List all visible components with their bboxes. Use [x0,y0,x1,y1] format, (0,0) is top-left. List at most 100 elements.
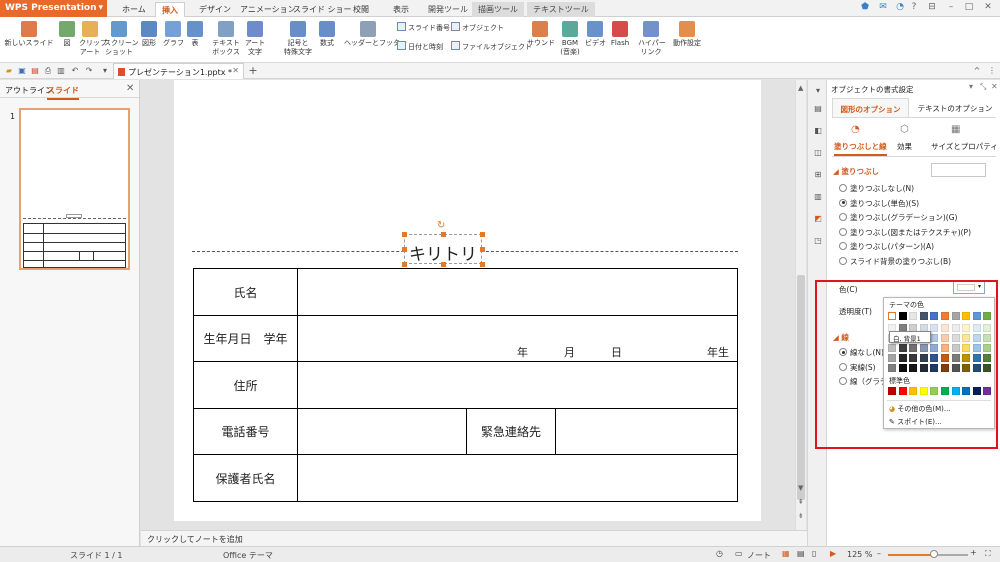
close-tab-icon[interactable]: ✕ [232,66,239,75]
ribbon-button-table[interactable]: 表 [186,21,204,48]
file-object-button[interactable]: ファイルオブジェクト [451,41,532,52]
subtab-fill-line[interactable]: 塗りつぶしと線 [834,141,887,156]
radio-button[interactable] [839,227,847,236]
fill-option[interactable]: 塗りつぶし(グラデーション)(G) [839,212,957,223]
tab-outline[interactable]: アウトライン [5,85,53,96]
animation-pane-icon[interactable]: ◧ [813,126,823,136]
selection-pane-icon[interactable]: ▥ [813,192,823,202]
guardian-field[interactable] [297,454,738,502]
rotate-handle-icon[interactable]: ↻ [437,220,445,231]
resize-handle[interactable] [441,262,446,267]
sorter-view-icon[interactable]: ▤ [797,549,805,558]
fill-option[interactable]: スライド背景の塗りつぶし(B) [839,256,951,267]
slideshow-icon[interactable]: ▶ [830,549,836,558]
radio-button[interactable] [839,198,847,207]
reading-view-icon[interactable]: ▯ [812,549,816,558]
subtab-size-properties[interactable]: サイズとプロパティ [931,141,998,152]
ribbon-button-video[interactable]: ビデオ [585,21,606,48]
birthdate-field[interactable]: 年 月 日 年生 [297,315,738,362]
zoom-slider-thumb[interactable] [930,550,938,558]
undo-icon[interactable]: ↶ [70,66,80,76]
normal-view-icon[interactable]: ▦ [782,549,790,558]
restore-ribbon-icon[interactable]: ⊟ [925,2,939,15]
tab-view[interactable]: 表示 [387,2,415,17]
zoom-out-icon[interactable]: – [877,549,881,558]
tab-developer[interactable]: 開発ツール [422,2,474,17]
close-icon[interactable]: ✕ [981,2,995,15]
preview-icon[interactable]: ▥ [56,66,66,76]
fill-option[interactable]: 塗りつぶし(単色)(S) [839,198,919,209]
fill-option[interactable]: 塗りつぶしなし(N) [839,183,914,194]
ribbon-button-textbox[interactable]: テキスト ボックス [212,21,240,57]
tab-text-tools[interactable]: テキストツール [527,2,595,17]
radio-button[interactable] [839,184,847,192]
tab-home[interactable]: ホーム [116,2,152,17]
ribbon-button-screenshot[interactable]: スクリーン ショット [104,21,139,57]
ribbon-button-equation[interactable]: 数式 [317,21,337,48]
ribbon-button-picture[interactable]: 図 [58,21,76,48]
resize-handle[interactable] [441,232,446,237]
skin-icon[interactable]: ⬟ [858,2,872,15]
notes-pane[interactable]: クリックしてノートを追加 [141,530,807,546]
minimize-icon[interactable]: – [944,2,958,15]
new-tab-pane-icon[interactable]: ▾ [813,86,823,96]
ribbon-button-bgm[interactable]: BGM (音楽) [558,21,582,57]
fill-option[interactable]: 塗りつぶし(パターン)(A) [839,241,934,252]
print-icon[interactable]: ⎙ [43,66,53,76]
zoom-in-icon[interactable]: + [970,548,977,557]
ribbon-button-chart[interactable]: グラフ [163,21,184,48]
radio-button[interactable] [839,213,847,221]
ribbon-button-symbol[interactable]: 記号と 特殊文字 [283,21,313,57]
tab-text-options[interactable]: テキストのオプション [915,103,995,114]
save-icon[interactable]: ▣ [17,66,27,76]
scroll-down-icon[interactable]: ▼ [798,484,803,492]
ribbon-button-header-footer[interactable]: ヘッダーとフッター [344,21,407,48]
new-tab-icon[interactable]: + [248,65,258,76]
help-icon[interactable]: ? [907,2,921,15]
resize-handle[interactable] [480,232,485,237]
resize-handle[interactable] [480,247,485,252]
ribbon-button-flash[interactable]: Flash [609,21,631,48]
layout-pane-icon[interactable]: ⊞ [813,170,823,180]
ribbon-button-hyperlink[interactable]: ハイパー リンク [638,21,666,57]
resize-handle[interactable] [402,262,407,267]
customize-icon[interactable]: ▾ [100,66,110,76]
scroll-thumb[interactable] [797,275,805,500]
scroll-up-icon[interactable]: ▲ [798,84,803,92]
name-field[interactable] [297,268,738,316]
prev-slide-icon[interactable]: ⇞ [798,498,804,506]
user-icon[interactable]: ◔ [893,2,907,15]
tab-design[interactable]: デザイン [193,2,237,17]
phone-field[interactable] [297,408,467,455]
ribbon-button-wordart[interactable]: アート 文字 [244,21,266,57]
resize-handle[interactable] [402,247,407,252]
object-button[interactable]: オブジェクト [451,22,504,33]
ribbon-button-action[interactable]: 動作設定 [670,21,704,48]
ribbon-button-clipart[interactable]: クリップ アート [79,21,107,57]
fill-section-header[interactable]: ◢ 塗りつぶし [833,166,879,177]
emergency-field[interactable] [555,408,738,455]
dock-icon[interactable]: ⤡ [980,82,986,92]
resize-handle[interactable] [402,232,407,237]
notes-toggle-icon[interactable]: ▭ [735,549,743,558]
fill-preset-box[interactable] [931,163,986,177]
resize-handle[interactable] [480,262,485,267]
ribbon-options-icon[interactable]: ⋮ [987,66,997,76]
collapse-ribbon-icon[interactable]: ^ [972,66,982,76]
document-tab[interactable]: プレゼンテーション1.pptx * ✕ [113,63,244,79]
radio-button[interactable] [839,242,847,250]
format-pane-icon[interactable]: ◩ [813,214,823,224]
tab-drawing-tools[interactable]: 描画ツール [472,2,524,17]
radio-button[interactable] [839,256,847,265]
close-icon[interactable]: ✕ [991,82,998,91]
chevron-down-icon[interactable]: ▾ [969,82,973,91]
fit-window-icon[interactable]: ⛶ [985,549,991,559]
vertical-scrollbar[interactable]: ▲ ▼ ⇞ ⇟ [795,80,806,530]
subtab-effects[interactable]: 効果 [897,141,912,152]
fill-option[interactable]: 塗りつぶし(図またはテクスチャ)(P) [839,227,971,238]
address-field[interactable] [297,361,738,409]
ribbon-button-new-slide[interactable]: 新しいスライド [4,21,54,48]
slide-thumbnail[interactable] [19,108,130,270]
maximize-icon[interactable]: □ [962,2,976,15]
template-pane-icon[interactable]: ▤ [813,104,823,114]
